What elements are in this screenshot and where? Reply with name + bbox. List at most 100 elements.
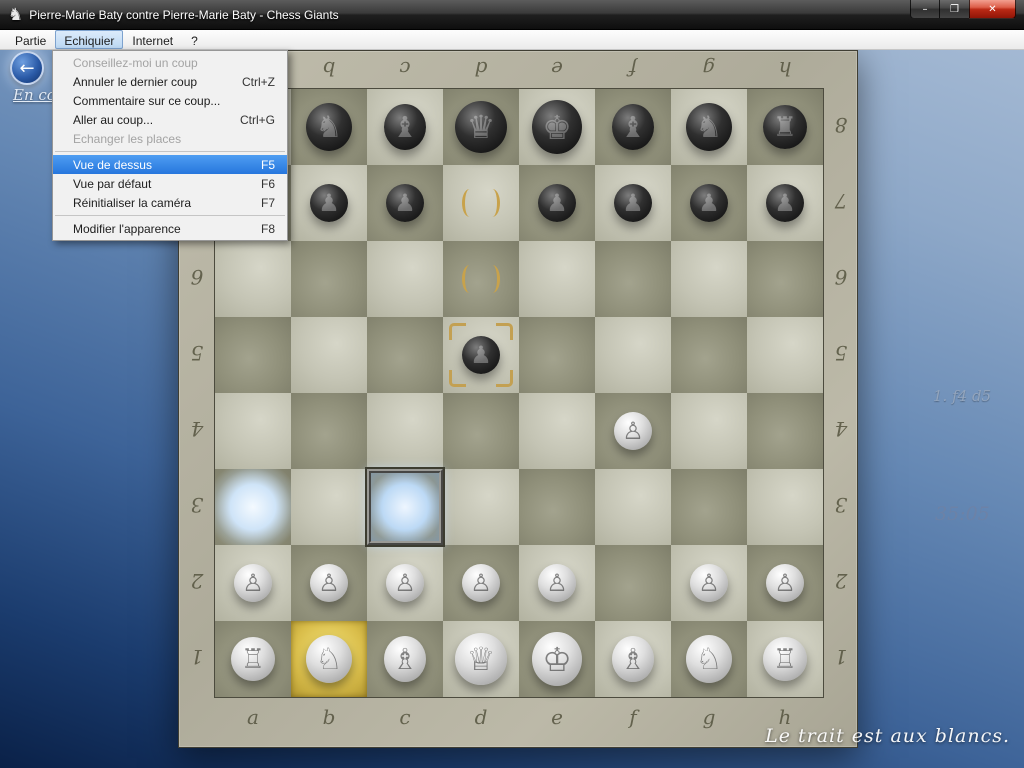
close-button[interactable]: ✕ bbox=[969, 0, 1016, 19]
square-e6[interactable] bbox=[519, 241, 595, 317]
square-b3[interactable] bbox=[291, 469, 367, 545]
menu-item-commentaire-sur-ce-coup[interactable]: Commentaire sur ce coup... bbox=[53, 91, 287, 110]
square-d6[interactable] bbox=[443, 241, 519, 317]
back-button[interactable]: ← bbox=[10, 51, 44, 85]
piece-white-pawn-d2[interactable]: ♙ bbox=[462, 564, 500, 602]
square-d3[interactable] bbox=[443, 469, 519, 545]
square-c6[interactable] bbox=[367, 241, 443, 317]
square-g4[interactable] bbox=[671, 393, 747, 469]
piece-white-pawn-a2[interactable]: ♙ bbox=[234, 564, 272, 602]
square-f3[interactable] bbox=[595, 469, 671, 545]
menu-item-label: Modifier l'apparence bbox=[73, 222, 243, 236]
piece-white-pawn-c2[interactable]: ♙ bbox=[386, 564, 424, 602]
menu-item-vue-par-defaut[interactable]: Vue par défautF6 bbox=[53, 174, 287, 193]
square-a6[interactable] bbox=[215, 241, 291, 317]
piece-white-rook-h1[interactable]: ♖ bbox=[763, 637, 807, 681]
square-f6[interactable] bbox=[595, 241, 671, 317]
piece-white-pawn-e2[interactable]: ♙ bbox=[538, 564, 576, 602]
file-label-top-f: f bbox=[595, 57, 671, 81]
square-h4[interactable] bbox=[747, 393, 823, 469]
menu-item-shortcut: Ctrl+Z bbox=[242, 75, 275, 89]
square-f2[interactable] bbox=[595, 545, 671, 621]
piece-black-pawn-c7[interactable]: ♟ bbox=[386, 184, 424, 222]
menu-item-annuler-le-dernier-coup[interactable]: Annuler le dernier coupCtrl+Z bbox=[53, 72, 287, 91]
menu-item-label: Vue de dessus bbox=[73, 158, 243, 172]
minimize-button[interactable]: – bbox=[910, 0, 940, 19]
piece-white-queen-d1[interactable]: ♕ bbox=[455, 633, 507, 685]
piece-black-king-e8[interactable]: ♚ bbox=[532, 100, 582, 154]
square-b6[interactable] bbox=[291, 241, 367, 317]
square-a4[interactable] bbox=[215, 393, 291, 469]
square-c4[interactable] bbox=[367, 393, 443, 469]
square-b4[interactable] bbox=[291, 393, 367, 469]
menubar-item-partie[interactable]: Partie bbox=[6, 30, 55, 49]
menu-item-label: Conseillez-moi un coup bbox=[73, 56, 257, 70]
piece-white-knight-b1[interactable]: ♘ bbox=[306, 635, 352, 683]
square-e4[interactable] bbox=[519, 393, 595, 469]
piece-white-pawn-h2[interactable]: ♙ bbox=[766, 564, 804, 602]
square-e5[interactable] bbox=[519, 317, 595, 393]
piece-black-knight-b8[interactable]: ♞ bbox=[306, 103, 352, 151]
menu-item-modifier-l-apparence[interactable]: Modifier l'apparence F8 bbox=[53, 219, 287, 238]
piece-black-queen-d8[interactable]: ♛ bbox=[455, 101, 507, 153]
piece-black-rook-h8[interactable]: ♜ bbox=[763, 105, 807, 149]
menu-item-vue-de-dessus[interactable]: Vue de dessus F5 bbox=[53, 155, 287, 174]
menubar-item-internet[interactable]: Internet bbox=[123, 30, 182, 49]
menubar-item-echiquier[interactable]: Echiquier bbox=[55, 30, 123, 49]
menu-item-reinitialiser-la-camera[interactable]: Réinitialiser la caméra F7 bbox=[53, 193, 287, 212]
piece-black-bishop-c8[interactable]: ♝ bbox=[384, 104, 426, 150]
square-a5[interactable] bbox=[215, 317, 291, 393]
square-h5[interactable] bbox=[747, 317, 823, 393]
square-g6[interactable] bbox=[671, 241, 747, 317]
piece-black-pawn-b7[interactable]: ♟ bbox=[310, 184, 348, 222]
file-label-top-h: h bbox=[747, 57, 823, 81]
piece-black-pawn-g7[interactable]: ♟ bbox=[690, 184, 728, 222]
menu-bar: PartieEchiquierInternet? bbox=[0, 30, 1024, 50]
piece-white-bishop-c1[interactable]: ♗ bbox=[384, 636, 426, 682]
square-g5[interactable] bbox=[671, 317, 747, 393]
piece-white-pawn-g2[interactable]: ♙ bbox=[690, 564, 728, 602]
piece-white-bishop-f1[interactable]: ♗ bbox=[612, 636, 654, 682]
piece-white-knight-g1[interactable]: ♘ bbox=[686, 635, 732, 683]
square-c5[interactable] bbox=[367, 317, 443, 393]
piece-black-knight-g8[interactable]: ♞ bbox=[686, 103, 732, 151]
piece-black-pawn-f7[interactable]: ♟ bbox=[614, 184, 652, 222]
title-bar[interactable]: ♞ Pierre-Marie Baty contre Pierre-Marie … bbox=[0, 0, 1024, 30]
menu-item-shortcut: F8 bbox=[261, 222, 275, 236]
piece-white-pawn-f4[interactable]: ♙ bbox=[614, 412, 652, 450]
piece-black-bishop-f8[interactable]: ♝ bbox=[612, 104, 654, 150]
menu-item-shortcut: Ctrl+G bbox=[240, 113, 275, 127]
file-label-top-d: d bbox=[443, 57, 519, 81]
window-controls: – ❐ ✕ bbox=[910, 0, 1016, 19]
square-f5[interactable] bbox=[595, 317, 671, 393]
square-h3[interactable] bbox=[747, 469, 823, 545]
menu-item-aller-au-coup[interactable]: Aller au coup...Ctrl+G bbox=[53, 110, 287, 129]
menu-item-shortcut: F7 bbox=[261, 196, 275, 210]
square-c3[interactable] bbox=[367, 469, 443, 545]
piece-black-pawn-e7[interactable]: ♟ bbox=[538, 184, 576, 222]
square-d4[interactable] bbox=[443, 393, 519, 469]
menu-separator bbox=[55, 215, 285, 216]
square-e3[interactable] bbox=[519, 469, 595, 545]
piece-white-king-e1[interactable]: ♔ bbox=[532, 632, 582, 686]
piece-black-pawn-h7[interactable]: ♟ bbox=[766, 184, 804, 222]
square-h6[interactable] bbox=[747, 241, 823, 317]
square-b5[interactable] bbox=[291, 317, 367, 393]
clock-display: 35:05 bbox=[935, 503, 990, 525]
rank-label-left-1: 1 bbox=[182, 645, 212, 669]
menubar-item-item[interactable]: ? bbox=[182, 30, 207, 49]
piece-black-pawn-d5[interactable]: ♟ bbox=[462, 336, 500, 374]
menu-separator bbox=[55, 151, 285, 152]
menu-item-label: Commentaire sur ce coup... bbox=[73, 94, 257, 108]
file-label-bottom-a: a bbox=[215, 705, 291, 729]
square-g3[interactable] bbox=[671, 469, 747, 545]
piece-white-pawn-b2[interactable]: ♙ bbox=[310, 564, 348, 602]
menu-item-shortcut: F5 bbox=[261, 158, 275, 172]
restore-button[interactable]: ❐ bbox=[940, 0, 969, 19]
piece-white-rook-a1[interactable]: ♖ bbox=[231, 637, 275, 681]
rank-label-right-4: 4 bbox=[826, 417, 856, 441]
square-a3[interactable] bbox=[215, 469, 291, 545]
square-d7[interactable] bbox=[443, 165, 519, 241]
rank-label-right-3: 3 bbox=[826, 493, 856, 517]
menu-item-label: Réinitialiser la caméra bbox=[73, 196, 243, 210]
